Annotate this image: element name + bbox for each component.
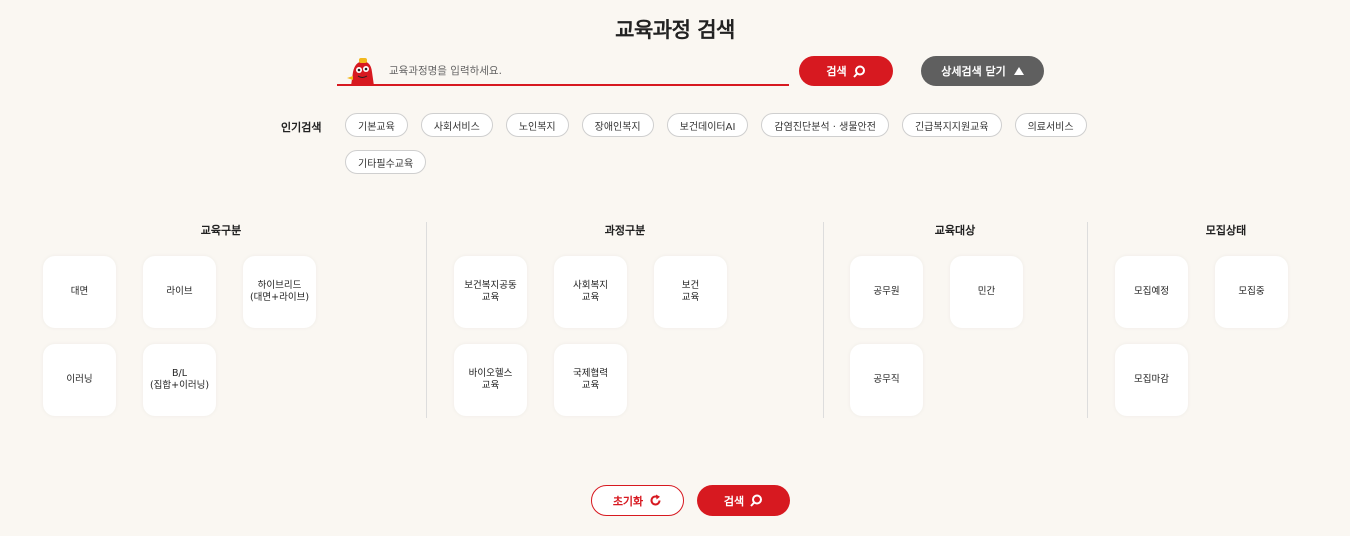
option-label: 보건 [681,280,700,291]
search-icon [852,65,865,78]
course-type-title: 과정구분 [604,224,646,237]
option-label: 바이오헬스 [468,368,513,379]
search-icon [750,494,763,507]
option-label: 민간 [977,286,996,297]
refresh-icon [650,494,661,506]
popular-tag[interactable]: 장애인복지 [581,113,654,137]
status-option-recruiting[interactable]: 모집중 [1215,256,1288,328]
edu-type-option-face-to-face[interactable]: 대면 [43,256,116,328]
option-label: 국제협력 [573,368,608,379]
option-label: 모집예정 [1134,286,1169,297]
edu-type-option-elearning[interactable]: 이러닝 [43,344,116,416]
popular-tag[interactable]: 노인복지 [505,113,569,137]
status-option-closed[interactable]: 모집마감 [1115,344,1188,416]
option-sublabel: 교육 [481,380,500,391]
option-label: 라이브 [166,286,193,297]
target-option-private[interactable]: 민간 [950,256,1023,328]
option-label: 모집중 [1238,286,1265,297]
search-button-label: 검색 [826,65,847,78]
column-divider [1087,222,1088,418]
course-type-option-social-welfare[interactable]: 사회복지 교육 [554,256,627,328]
search-button[interactable]: 검색 [799,56,893,86]
mascot-icon [347,58,374,86]
course-type-option-international[interactable]: 국제협력 교육 [554,344,627,416]
status-title: 모집상태 [1205,224,1247,237]
reset-button-label: 초기화 [612,494,644,508]
popular-tag[interactable]: 기본교육 [345,113,408,137]
option-label: 사회복지 [573,280,608,291]
popular-search-label: 인기검색 [281,121,322,134]
popular-tags: 기본교육 사회서비스 노인복지 장애인복지 보건데이터AI 감염진단분석 · 생… [345,113,1105,174]
status-option-upcoming[interactable]: 모집예정 [1115,256,1188,328]
popular-tag[interactable]: 의료서비스 [1014,113,1087,137]
edu-type-option-blended[interactable]: B/L (집합+이러닝) [143,344,216,416]
course-type-option-biohealth[interactable]: 바이오헬스 교육 [454,344,527,416]
search-bar [337,56,789,86]
submit-search-button[interactable]: 검색 [697,485,790,516]
target-title: 교육대상 [934,224,976,237]
option-sublabel: 교육 [581,380,600,391]
column-divider [426,222,427,418]
option-sublabel: 교육 [481,292,500,303]
option-label: 하이브리드 [257,280,302,291]
course-type-option-health[interactable]: 보건 교육 [654,256,727,328]
option-sublabel: 교육 [581,292,600,303]
option-sublabel: (집합+이러닝) [149,380,210,391]
popular-tag[interactable]: 감염진단분석 · 생물안전 [761,113,889,137]
option-label: 보건복지공동 [464,280,517,291]
search-input[interactable] [389,60,779,82]
option-label: 이러닝 [66,374,93,385]
option-label: 공무원 [873,286,900,297]
detail-search-toggle-label: 상세검색 닫기 [941,65,1006,78]
option-sublabel: 교육 [681,292,700,303]
popular-tag[interactable]: 긴급복지지원교육 [901,113,1002,137]
edu-type-option-hybrid[interactable]: 하이브리드 (대면+라이브) [243,256,316,328]
submit-search-label: 검색 [723,494,745,508]
course-type-option-joint[interactable]: 보건복지공동 교육 [454,256,527,328]
option-label: 대면 [70,286,89,297]
reset-button[interactable]: 초기화 [591,485,684,516]
triangle-up-icon [1013,67,1024,75]
target-option-public-worker[interactable]: 공무직 [850,344,923,416]
popular-tag[interactable]: 기타필수교육 [345,150,427,174]
option-label: B/L [171,368,187,379]
option-sublabel: (대면+라이브) [249,292,310,303]
popular-tag[interactable]: 사회서비스 [420,113,493,137]
detail-search-toggle-button[interactable]: 상세검색 닫기 [921,56,1044,86]
option-label: 모집마감 [1134,374,1169,385]
target-option-public-servant[interactable]: 공무원 [850,256,923,328]
edu-type-option-live[interactable]: 라이브 [143,256,216,328]
page-title: 교육과정 검색 [615,18,735,42]
popular-tag[interactable]: 보건데이터AI [666,113,749,137]
column-divider [823,222,824,418]
option-label: 공무직 [873,374,900,385]
edu-type-title: 교육구분 [200,224,242,237]
